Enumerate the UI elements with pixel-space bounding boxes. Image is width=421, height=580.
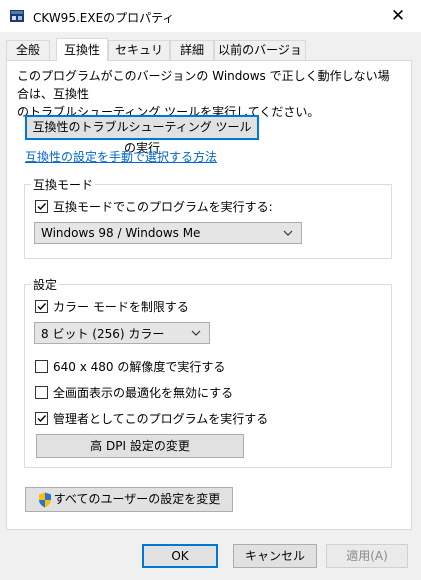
- checkbox-checked-icon: [35, 200, 48, 213]
- compat-mode-checkbox[interactable]: 互換モードでこのプログラムを実行する:: [35, 198, 273, 215]
- window-title: CKW95.EXEのプロパティ: [33, 11, 175, 25]
- tab-security[interactable]: セキュリティ: [108, 40, 170, 76]
- apply-button[interactable]: 適用(A): [326, 544, 408, 568]
- color-mode-checkbox[interactable]: カラー モードを制限する: [35, 298, 189, 315]
- color-depth-select[interactable]: 8 ビット (256) カラー: [34, 322, 210, 344]
- checkbox-unchecked-icon: [35, 360, 48, 373]
- tab-previous-versions[interactable]: 以前のバージョン: [214, 40, 306, 76]
- fullscreen-opt-checkbox[interactable]: 全画面表示の最適化を無効にする: [35, 384, 233, 401]
- chevron-down-icon: [191, 330, 201, 336]
- tab-compatibility[interactable]: 互換性: [56, 38, 108, 61]
- checkbox-checked-icon: [35, 300, 48, 313]
- manual-settings-link[interactable]: 互換性の設定を手動で選択する方法: [25, 148, 217, 165]
- run-as-admin-checkbox[interactable]: 管理者としてこのプログラムを実行する: [35, 410, 268, 427]
- compat-mode-title: 互換モード: [31, 176, 96, 193]
- close-icon[interactable]: ✕: [375, 0, 421, 32]
- resolution-checkbox[interactable]: 640 x 480 の解像度で実行する: [35, 358, 225, 375]
- tab-details[interactable]: 詳細: [170, 40, 214, 60]
- ok-button[interactable]: OK: [142, 544, 218, 568]
- change-high-dpi-button[interactable]: 高 DPI 設定の変更: [36, 434, 244, 458]
- title-bar: CKW95.EXEのプロパティ ✕: [0, 0, 421, 32]
- change-all-users-button[interactable]: すべてのユーザーの設定を変更: [25, 487, 233, 512]
- run-troubleshooter-button[interactable]: 互換性のトラブルシューティング ツールの実行: [25, 115, 259, 155]
- cancel-button[interactable]: キャンセル: [233, 544, 317, 568]
- checkbox-checked-icon: [35, 412, 48, 425]
- settings-title: 設定: [31, 276, 60, 293]
- app-icon: [10, 10, 24, 22]
- intro-text: このプログラムがこのバージョンの Windows で正しく動作しない場合は、互換…: [17, 69, 390, 119]
- compat-os-select[interactable]: Windows 98 / Windows Me: [34, 222, 302, 244]
- checkbox-unchecked-icon: [35, 386, 48, 399]
- tab-general[interactable]: 全般: [6, 40, 50, 60]
- chevron-down-icon: [283, 230, 293, 236]
- uac-shield-icon: [38, 492, 51, 507]
